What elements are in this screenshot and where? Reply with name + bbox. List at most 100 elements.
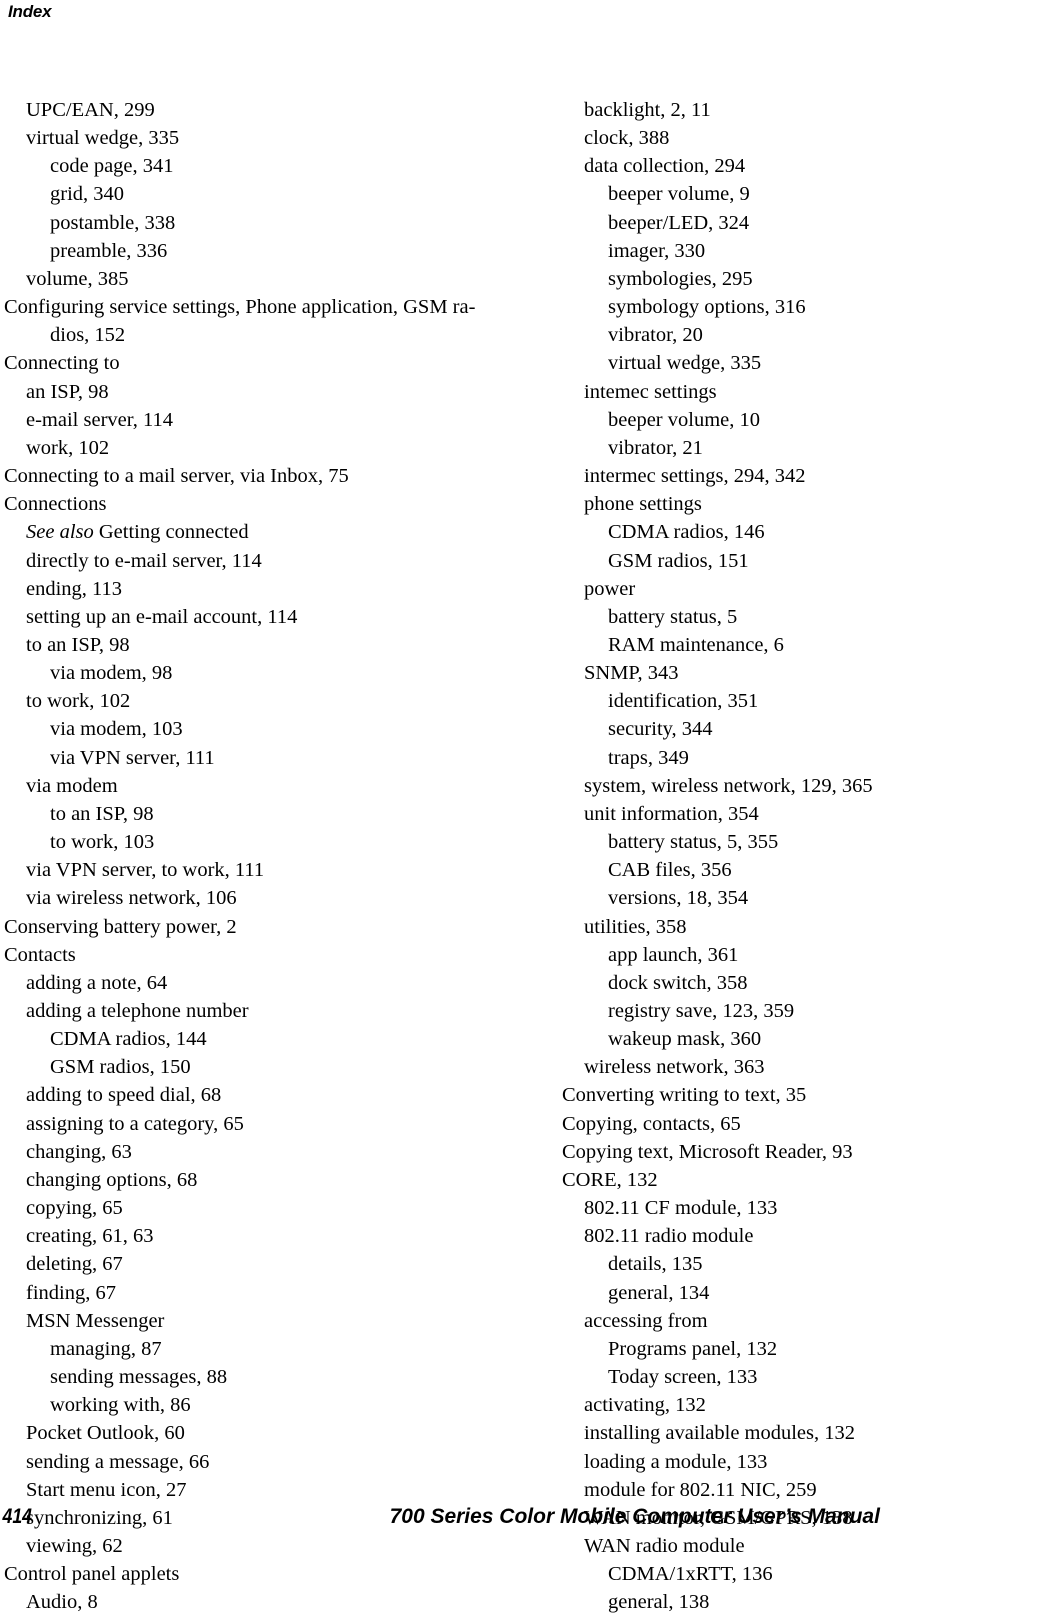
index-entry-text: GSM radios, 150 bbox=[50, 1056, 191, 1079]
index-entry: deleting, 67 bbox=[26, 1250, 506, 1278]
index-entry-text: beeper volume, 9 bbox=[608, 183, 750, 206]
index-entry-text: battery status, 5 bbox=[608, 605, 738, 628]
index-entry: symbologies, 295 bbox=[608, 265, 1048, 293]
index-entry-text: deleting, 67 bbox=[26, 1253, 123, 1276]
index-entry: preamble, 336 bbox=[50, 237, 506, 265]
index-entry: identification, 351 bbox=[608, 687, 1048, 715]
index-entry-text: code page, 341 bbox=[50, 155, 174, 178]
index-entry: adding to speed dial, 68 bbox=[26, 1081, 506, 1109]
index-entry: adding a telephone number bbox=[26, 997, 506, 1025]
index-entry: working with, 86 bbox=[50, 1391, 506, 1419]
index-entry-text: creating, 61, 63 bbox=[26, 1225, 154, 1248]
index-entry-text: Connecting to a mail server, via Inbox, … bbox=[4, 465, 349, 488]
index-entry: WAN radio module bbox=[584, 1532, 1048, 1560]
index-entry: intemec settings bbox=[584, 378, 1048, 406]
index-entry-text: unit information, 354 bbox=[584, 802, 759, 825]
index-entry: grid, 340 bbox=[50, 180, 506, 208]
index-entry: backlight, 2, 11 bbox=[584, 96, 1048, 124]
index-entry: accessing from bbox=[584, 1307, 1048, 1335]
index-body: UPC/EAN, 299 virtual wedge, 335 code page,… bbox=[0, 96, 1048, 1616]
index-entry-text: WAN radio module bbox=[584, 1534, 745, 1557]
index-entry: vibrator, 21 bbox=[608, 434, 1048, 462]
index-entry: Conserving battery power, 2 bbox=[4, 913, 506, 941]
index-entry: assigning to a category, 65 bbox=[26, 1110, 506, 1138]
index-entry-text: ending, 113 bbox=[26, 577, 123, 600]
index-entry-text: Configuring service settings, Phone appl… bbox=[4, 296, 476, 319]
index-entry-text: Connecting to bbox=[4, 352, 120, 375]
index-entry: battery status, 5 bbox=[608, 603, 1048, 631]
index-entry-text: Copying, contacts, 65 bbox=[562, 1112, 741, 1135]
index-entry: to work, 103 bbox=[50, 828, 506, 856]
index-entry: setting up an e-mail account, 114 bbox=[26, 603, 506, 631]
index-entry-text: Conserving battery power, 2 bbox=[4, 915, 237, 938]
index-entry: Connections bbox=[4, 490, 506, 518]
index-entry: Programs panel, 132 bbox=[608, 1335, 1048, 1363]
index-entry-text: activating, 132 bbox=[584, 1394, 706, 1417]
index-entry-text: MSN Messenger bbox=[26, 1309, 165, 1332]
index-entry: Audio, 8 bbox=[26, 1588, 506, 1616]
index-entry-text: CDMA/1xRTT, 136 bbox=[608, 1563, 773, 1586]
index-entry: clock, 388 bbox=[584, 124, 1048, 152]
index-entry: installing available modules, 132 bbox=[584, 1419, 1048, 1447]
index-entry: Connecting to bbox=[4, 349, 506, 377]
see-also-label: See also bbox=[26, 521, 94, 544]
index-entry: via modem, 103 bbox=[50, 715, 506, 743]
index-entry-text: assigning to a category, 65 bbox=[26, 1112, 244, 1135]
index-entry: wakeup mask, 360 bbox=[608, 1025, 1048, 1053]
index-entry-text: sending messages, 88 bbox=[50, 1366, 228, 1389]
index-entry-text: adding a note, 64 bbox=[26, 971, 168, 994]
index-entry: versions, 18, 354 bbox=[608, 884, 1048, 912]
index-entry: system, wireless network, 129, 365 bbox=[584, 772, 1048, 800]
index-entry: 802.11 radio module bbox=[584, 1222, 1048, 1250]
index-entry: wireless network, 363 bbox=[584, 1053, 1048, 1081]
index-entry-text: intermec settings, 294, 342 bbox=[584, 465, 806, 488]
manual-title: 700 Series Color Mobile Computer User’s … bbox=[389, 1505, 881, 1528]
index-entry-text: CAB files, 356 bbox=[608, 859, 732, 882]
index-entry-text: dock switch, 358 bbox=[608, 971, 748, 994]
index-entry: sending messages, 88 bbox=[50, 1363, 506, 1391]
index-entry-text: virtual wedge, 335 bbox=[608, 352, 762, 375]
index-entry: general, 134 bbox=[608, 1279, 1048, 1307]
index-entry: finding, 67 bbox=[26, 1279, 506, 1307]
index-entry: to an ISP, 98 bbox=[26, 631, 506, 659]
index-entry-text: preamble, 336 bbox=[50, 239, 168, 262]
index-entry-text: Programs panel, 132 bbox=[608, 1337, 778, 1360]
index-entry: beeper/LED, 324 bbox=[608, 209, 1048, 237]
index-entry-text: identification, 351 bbox=[608, 690, 759, 713]
index-entry-text: managing, 87 bbox=[50, 1337, 162, 1360]
index-entry-text: UPC/EAN, 299 bbox=[26, 99, 155, 121]
index-entry-text: battery status, 5, 355 bbox=[608, 831, 779, 854]
index-entry: virtual wedge, 335 bbox=[26, 124, 506, 152]
index-entry: traps, 349 bbox=[608, 744, 1048, 772]
index-entry-text: changing options, 68 bbox=[26, 1168, 198, 1191]
index-entry: CDMA/1xRTT, 136 bbox=[608, 1560, 1048, 1588]
index-entry: to work, 102 bbox=[26, 687, 506, 715]
index-entry-text: accessing from bbox=[584, 1309, 708, 1332]
index-entry-text: Audio, 8 bbox=[26, 1591, 98, 1614]
index-entry: postamble, 338 bbox=[50, 209, 506, 237]
index-entry-text: symbologies, 295 bbox=[608, 267, 753, 290]
index-entry-text: backlight, 2, 11 bbox=[584, 99, 711, 121]
index-entry-wrap: dios, 152 bbox=[50, 324, 126, 347]
index-entry: directly to e-mail server, 114 bbox=[26, 547, 506, 575]
index-entry: ending, 113 bbox=[26, 575, 506, 603]
index-entry-text: setting up an e-mail account, 114 bbox=[26, 605, 298, 628]
index-entry: general, 138 bbox=[608, 1588, 1048, 1616]
index-entry-text: traps, 349 bbox=[608, 746, 689, 769]
index-entry: work, 102 bbox=[26, 434, 506, 462]
index-entry-text: Start menu icon, 27 bbox=[26, 1478, 187, 1501]
index-entry-text: virtual wedge, 335 bbox=[26, 127, 180, 150]
index-entry: unit information, 354 bbox=[584, 800, 1048, 828]
index-entry: Copying, contacts, 65 bbox=[562, 1110, 1048, 1138]
index-entry-text: Converting writing to text, 35 bbox=[562, 1084, 807, 1107]
index-entry-text: Connections bbox=[4, 493, 107, 516]
index-entry-text: directly to e-mail server, 114 bbox=[26, 549, 262, 572]
index-entry: dock switch, 358 bbox=[608, 969, 1048, 997]
index-entry-text: power bbox=[584, 577, 636, 600]
index-entry: Copying text, Microsoft Reader, 93 bbox=[562, 1138, 1048, 1166]
index-entry: via wireless network, 106 bbox=[26, 884, 506, 912]
index-entry-text: to an ISP, 98 bbox=[50, 802, 154, 825]
index-entry-text: installing available modules, 132 bbox=[584, 1422, 856, 1445]
index-entry-text: via modem, 98 bbox=[50, 662, 173, 685]
index-entry-text: adding a telephone number bbox=[26, 1000, 249, 1022]
